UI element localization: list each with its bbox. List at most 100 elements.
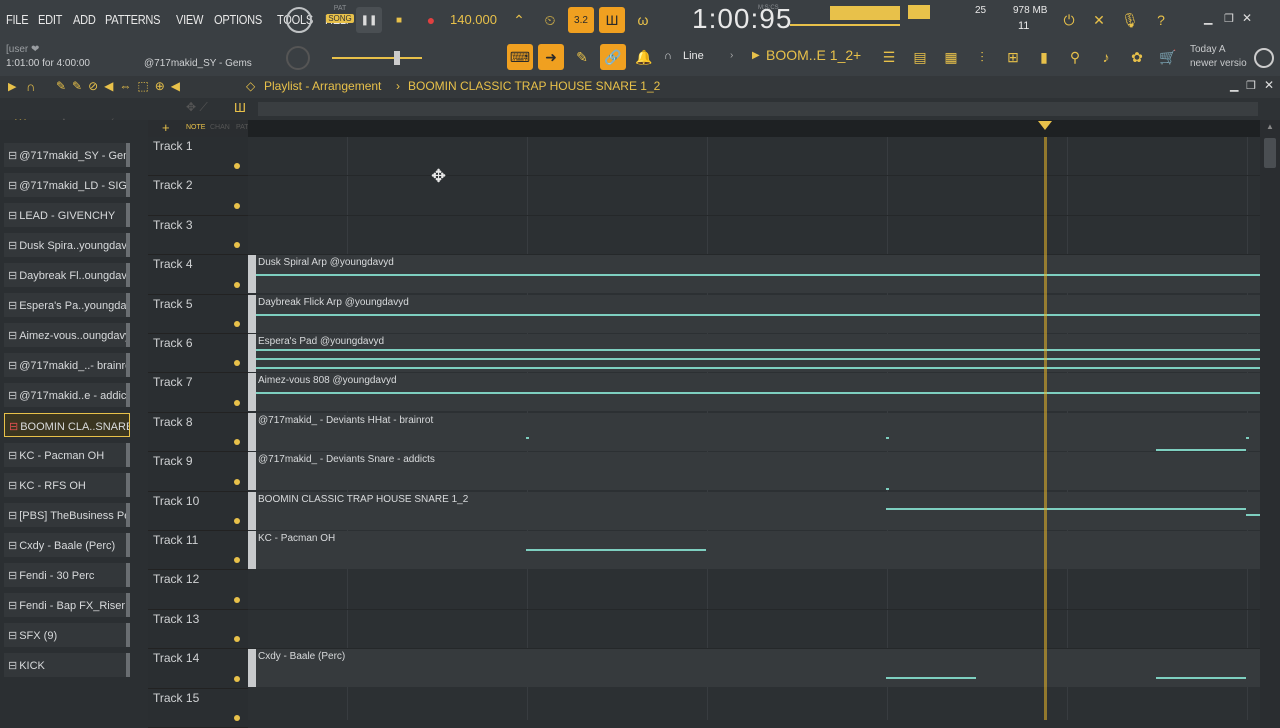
wait-record-icon[interactable]: ⏲ [537,7,563,33]
pattern-item[interactable]: ⊟ Daybreak Fl..oungdavyd [4,263,130,287]
playlist-menu-icon[interactable]: ▶ [8,80,16,93]
clip-handle[interactable] [248,491,256,530]
mixer-icon[interactable]: ⫶ [969,44,995,70]
pattern-item[interactable]: ⊟ @717makid..e - addicts [4,383,130,407]
vertical-scrollbar[interactable]: ▲ [1260,120,1280,720]
menu-options[interactable]: OPTIONS [214,12,262,27]
track-enable-led[interactable] [234,636,240,643]
master-volume-knob[interactable] [286,7,312,33]
track-header[interactable]: Track 4 [148,255,248,295]
track-header[interactable]: Track 14 [148,649,248,689]
clip-handle[interactable] [248,452,256,491]
track-header[interactable]: Track 1 [148,137,248,177]
pattern-item[interactable]: ⊟ Dusk Spira..youngdavyd [4,233,130,257]
news-icon[interactable] [1254,48,1274,68]
horizontal-scrollbar[interactable] [258,102,1258,116]
pattern-item[interactable]: ⊟ @717makid_..- brainrot [4,353,130,377]
arrangement-switch-icon[interactable]: ◇ [246,79,255,93]
pattern-item[interactable]: ⊟ @717makid_LD - SIGHT [4,173,130,197]
pattern-item[interactable]: ⊟ SFX (9) [4,623,130,647]
clip-handle[interactable] [248,412,256,451]
tempo-tap-icon[interactable]: ♪ [1093,44,1119,70]
track-header[interactable]: Track 10 [148,492,248,531]
menu-file[interactable]: FILE [6,12,29,27]
track-enable-led[interactable] [234,675,240,682]
pattern-prev-icon[interactable]: ▶ [752,50,760,61]
pattern-clip[interactable]: Espera's Pad @youngdavyd [248,334,1260,372]
pattern-item[interactable]: ⊟ Fendi - Bap FX_Riser [4,593,130,617]
play-pause-button[interactable]: ❚❚ [356,7,382,33]
pattern-clip[interactable]: Daybreak Flick Arp @youngdavyd [248,294,1260,333]
pattern-clip[interactable]: @717makid_ - Deviants Snare - addicts [248,452,1260,491]
track-enable-led[interactable] [234,360,240,367]
panic-icon[interactable]: ⏻ [1056,7,1082,33]
restore-window-icon[interactable]: ❐ [1224,12,1234,25]
metronome-icon[interactable]: ⌃ [506,7,532,33]
track-enable-led[interactable] [234,596,240,603]
clip-handle[interactable] [248,255,256,294]
track-enable-led[interactable] [234,517,240,524]
menu-add[interactable]: ADD [73,12,96,27]
typing-keyboard-icon[interactable]: ⌨ [507,44,533,70]
track-header[interactable]: Track 7 [148,373,248,413]
arrow-icon[interactable]: ➜ [538,44,564,70]
scroll-up-icon[interactable]: ▲ [1266,122,1274,131]
track-lane[interactable] [248,689,1260,720]
track-enable-led[interactable] [234,714,240,721]
track-enable-led[interactable] [234,478,240,485]
draw-tool-icon[interactable]: ✎ [569,44,595,70]
file-icon[interactable]: ▮ [1031,44,1057,70]
track-lane[interactable] [248,216,1260,256]
playlist-maximize-icon[interactable]: ❐ [1246,79,1256,92]
track-lane[interactable] [248,570,1260,610]
magnet-tool-icon[interactable]: ∩ [26,79,35,94]
news-body[interactable]: newer versio [1190,58,1247,69]
playlist-tools[interactable]: ✎✎⊘◀⇔⬚⊕◀ [56,79,186,93]
record-button[interactable]: ● [418,7,444,33]
bell-icon[interactable]: 🔔 [631,44,657,70]
playlist-close-icon[interactable]: ✕ [1264,78,1274,92]
track-header[interactable]: Track 5 [148,295,248,334]
arrangement-grid[interactable]: Dusk Spiral Arp @youngdavyd Daybreak Fli… [248,137,1260,720]
track-enable-led[interactable] [234,281,240,288]
snap-mode[interactable]: Line [683,50,704,62]
plugin-icon[interactable]: ⚲ [1062,44,1088,70]
pattern-clip[interactable]: Aimez-vous 808 @youngdavyd [248,373,1260,412]
track-header[interactable]: Track 11 [148,531,248,571]
tab-pat[interactable]: PAT [236,124,249,131]
link-icon[interactable]: 🔗 [600,44,626,70]
clip-handle[interactable] [248,649,256,688]
track-enable-led[interactable] [234,242,240,249]
master-volume-slider[interactable] [332,57,422,59]
track-enable-led[interactable] [234,202,240,209]
pattern-item[interactable]: ⊟ @717makid_SY - Gems [4,143,130,167]
tempo-display[interactable]: 140.000 [450,12,497,27]
track-enable-led[interactable] [234,439,240,446]
playlist-icon[interactable]: ☰ [876,44,902,70]
fruit-icon[interactable]: ✿ [1124,44,1150,70]
loop-record-icon[interactable]: ω [630,7,656,33]
pattern-item[interactable]: ⊟ Fendi - 30 Perc [4,563,130,587]
step-edit-icon[interactable]: Ш [599,7,625,33]
pattern-item[interactable]: ⊟ KICK [4,653,130,677]
snap-dropdown-icon[interactable]: › [730,50,733,61]
magnet-icon[interactable]: ∩ [664,50,672,62]
track-lane[interactable] [248,137,1260,177]
track-header[interactable]: Track 15 [148,689,248,728]
pattern-clip[interactable]: BOOMIN CLASSIC TRAP HOUSE SNARE 1_2 [248,491,1260,530]
pattern-item[interactable]: ⊟ [PBS] TheBusiness Perc [4,503,130,527]
pattern-item[interactable]: ⊟ Cxdy - Baale (Perc) [4,533,130,557]
clip-handle[interactable] [248,334,256,372]
pattern-selector[interactable]: BOOM..E 1_2 [766,47,853,63]
scroll-thumb[interactable] [1264,138,1276,168]
menu-edit[interactable]: EDIT [38,12,62,27]
close-window-icon[interactable]: ✕ [1242,11,1252,25]
pattern-item[interactable]: ⊟ KC - RFS OH [4,473,130,497]
minimize-window-icon[interactable]: ▁ [1204,12,1212,25]
microphone-icon[interactable]: 🎙 [1117,7,1143,33]
pat-song-switch[interactable]: PAT SONG [326,5,354,35]
pattern-clip[interactable]: @717makid_ - Deviants HHat - brainrot [248,412,1260,451]
master-pitch-knob[interactable] [286,46,310,70]
track-enable-led[interactable] [234,399,240,406]
stop-button[interactable]: ■ [386,7,412,33]
